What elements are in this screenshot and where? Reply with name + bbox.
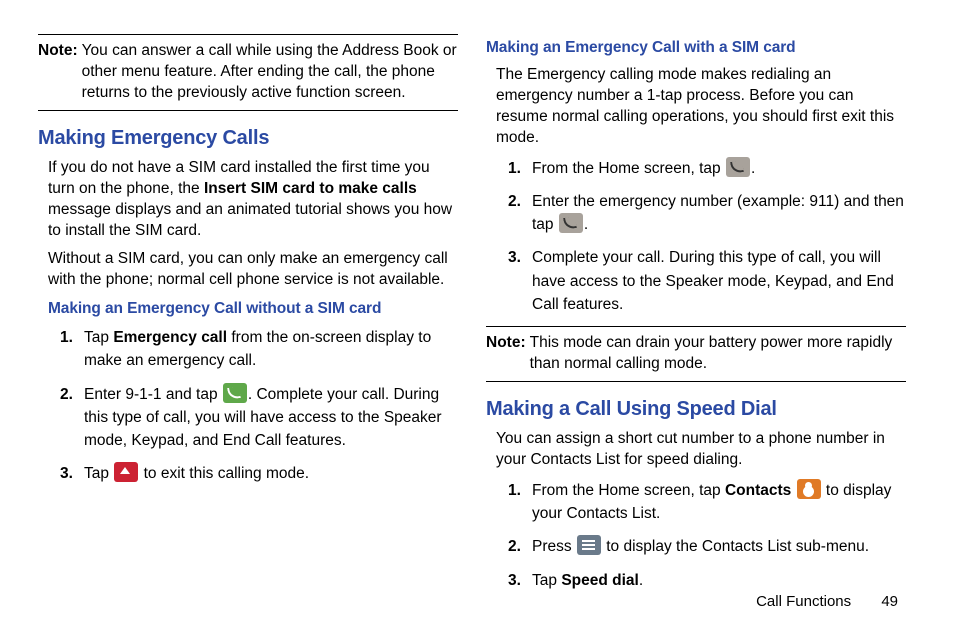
- text: Press: [532, 538, 576, 555]
- note-block: Note: This mode can drain your battery p…: [486, 333, 906, 375]
- step-item: 3. Tap Speed dial.: [508, 569, 906, 592]
- step-number: 1.: [508, 157, 532, 180]
- steps-list: 1. From the Home screen, tap . 2. Enter …: [486, 157, 906, 317]
- step-item: 3. Tap to exit this calling mode.: [60, 462, 458, 485]
- step-item: 1. From the Home screen, tap Contacts to…: [508, 479, 906, 526]
- note-text: You can answer a call while using the Ad…: [82, 41, 458, 104]
- bold-text: Speed dial: [561, 572, 639, 589]
- call-icon: [223, 383, 247, 403]
- text: Tap: [84, 465, 113, 482]
- text: Tap: [532, 572, 561, 589]
- step-text: Tap Speed dial.: [532, 569, 906, 592]
- note-text: This mode can drain your battery power m…: [530, 333, 906, 375]
- page-number: 49: [881, 593, 898, 610]
- heading-speed-dial: Making a Call Using Speed Dial: [486, 396, 906, 423]
- page-footer: Call Functions 49: [756, 593, 898, 610]
- bold-text: Contacts: [725, 482, 791, 499]
- bold-text: Emergency call: [113, 329, 227, 346]
- step-text: Tap to exit this calling mode.: [84, 462, 458, 485]
- step-item: 2. Press to display the Contacts List su…: [508, 535, 906, 558]
- note-block: Note: You can answer a call while using …: [38, 41, 458, 104]
- body: If you do not have a SIM card installed …: [38, 158, 458, 292]
- menu-icon: [577, 535, 601, 555]
- note-label: Note:: [38, 41, 78, 104]
- step-number: 3.: [508, 569, 532, 592]
- step-number: 1.: [60, 326, 84, 373]
- step-number: 1.: [508, 479, 532, 526]
- step-number: 2.: [60, 383, 84, 453]
- phone-icon: [559, 213, 583, 233]
- body: You can assign a short cut number to a p…: [486, 429, 906, 471]
- step-number: 2.: [508, 190, 532, 237]
- paragraph: If you do not have a SIM card installed …: [48, 158, 458, 242]
- paragraph: You can assign a short cut number to a p…: [496, 429, 906, 471]
- right-column: Making an Emergency Call with a SIM card…: [486, 30, 906, 616]
- rule: [486, 326, 906, 327]
- footer-section: Call Functions: [756, 593, 851, 610]
- step-item: 1. From the Home screen, tap .: [508, 157, 906, 180]
- rule: [38, 34, 458, 35]
- text: to display the Contacts List sub-menu.: [602, 538, 869, 555]
- contacts-icon: [797, 479, 821, 499]
- text: to exit this calling mode.: [139, 465, 309, 482]
- paragraph: The Emergency calling mode makes rediali…: [496, 65, 906, 149]
- text: From the Home screen, tap: [532, 482, 725, 499]
- step-text: Enter 9-1-1 and tap . Complete your call…: [84, 383, 458, 453]
- steps-list: 1. From the Home screen, tap Contacts to…: [486, 479, 906, 592]
- rule: [38, 110, 458, 111]
- left-column: Note: You can answer a call while using …: [38, 30, 458, 616]
- home-icon: [114, 462, 138, 482]
- text: .: [639, 572, 643, 589]
- step-number: 2.: [508, 535, 532, 558]
- page-container: Note: You can answer a call while using …: [0, 0, 954, 636]
- text: Tap: [84, 329, 113, 346]
- step-number: 3.: [508, 246, 532, 316]
- text: From the Home screen, tap: [532, 160, 725, 177]
- text: .: [751, 160, 755, 177]
- step-text: Tap Emergency call from the on-screen di…: [84, 326, 458, 373]
- note-label: Note:: [486, 333, 526, 375]
- step-number: 3.: [60, 462, 84, 485]
- heading-with-sim: Making an Emergency Call with a SIM card: [486, 38, 906, 59]
- text: .: [584, 216, 588, 233]
- text: Enter 9-1-1 and tap: [84, 386, 222, 403]
- step-text: Enter the emergency number (example: 911…: [532, 190, 906, 237]
- bold-text: Insert SIM card to make calls: [204, 180, 417, 197]
- heading-without-sim: Making an Emergency Call without a SIM c…: [38, 299, 458, 320]
- steps-list: 1. Tap Emergency call from the on-screen…: [38, 326, 458, 486]
- step-item: 2. Enter the emergency number (example: …: [508, 190, 906, 237]
- step-text: Complete your call. During this type of …: [532, 246, 906, 316]
- text: message displays and an animated tutoria…: [48, 201, 452, 239]
- step-item: 3. Complete your call. During this type …: [508, 246, 906, 316]
- step-text: Press to display the Contacts List sub-m…: [532, 535, 906, 558]
- step-text: From the Home screen, tap Contacts to di…: [532, 479, 906, 526]
- rule: [486, 381, 906, 382]
- paragraph: Without a SIM card, you can only make an…: [48, 249, 458, 291]
- step-text: From the Home screen, tap .: [532, 157, 906, 180]
- step-item: 1. Tap Emergency call from the on-screen…: [60, 326, 458, 373]
- heading-emergency-calls: Making Emergency Calls: [38, 125, 458, 152]
- step-item: 2. Enter 9-1-1 and tap . Complete your c…: [60, 383, 458, 453]
- body: The Emergency calling mode makes rediali…: [486, 65, 906, 149]
- phone-icon: [726, 157, 750, 177]
